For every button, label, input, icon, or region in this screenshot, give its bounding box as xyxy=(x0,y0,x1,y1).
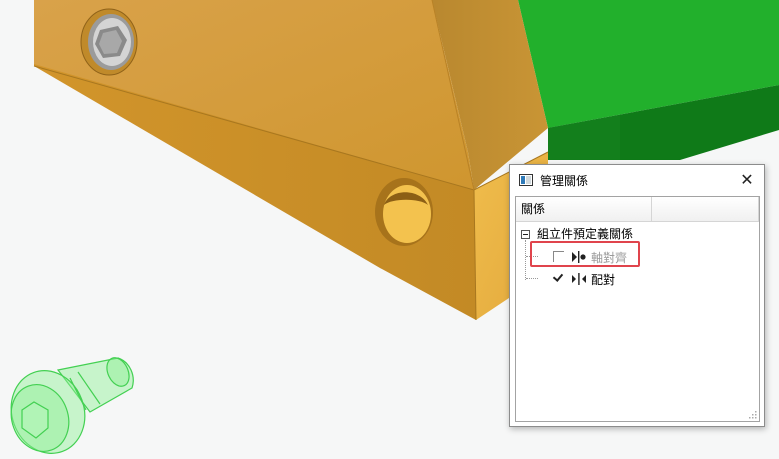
socket-screw-icon xyxy=(80,8,138,76)
tree-root-label: 組立件預定義關係 xyxy=(537,227,634,241)
window-icon xyxy=(519,174,533,186)
bolt-hole-icon xyxy=(375,178,433,246)
tree-item-mate[interactable]: 配對 xyxy=(516,270,759,290)
mate-checkbox[interactable] xyxy=(553,272,564,283)
resize-grip-icon[interactable] xyxy=(747,409,757,419)
dialog-titlebar[interactable]: 管理關係 ✕ xyxy=(510,165,764,195)
column-header-row: 關係 xyxy=(516,197,759,222)
relationships-tree-list[interactable]: 關係 組立件預定義關係 軸對齊 配對 xyxy=(515,196,760,422)
column-header-empty[interactable] xyxy=(653,197,759,221)
green-part[interactable] xyxy=(518,0,779,160)
mate-icon xyxy=(572,273,586,285)
close-button[interactable]: ✕ xyxy=(736,169,758,191)
mate-label: 配對 xyxy=(591,273,616,287)
tree-branch-line xyxy=(526,278,538,279)
column-header-relationship[interactable]: 關係 xyxy=(516,197,652,221)
highlight-annotation-box xyxy=(530,241,640,267)
ghost-screw[interactable] xyxy=(0,354,134,459)
manage-relationships-dialog[interactable]: 管理關係 ✕ 關係 組立件預定義關係 軸對齊 配對 xyxy=(509,164,765,427)
collapse-toggle-icon[interactable] xyxy=(521,230,530,239)
dialog-title: 管理關係 xyxy=(540,174,589,188)
